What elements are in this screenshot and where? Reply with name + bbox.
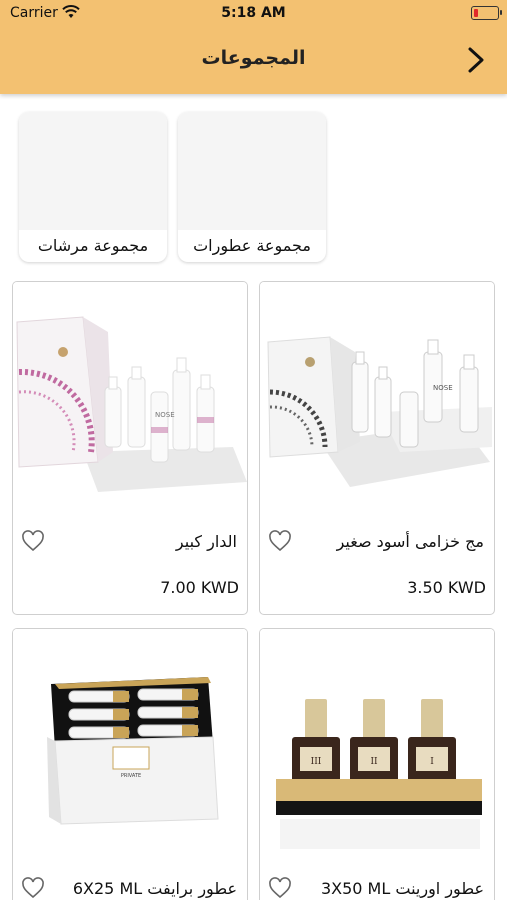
bottle-label-text: NOSE [433, 384, 453, 392]
category-thumbnail [19, 112, 167, 230]
product-card[interactable]: PRIVATE عطور برايفت 6X25 ML [12, 628, 248, 900]
bottle-label: II [370, 757, 378, 767]
category-label: مجموعة عطورات [193, 236, 311, 255]
product-name: مج خزامى أسود صغير [336, 532, 484, 551]
product-name: الدار كبير [175, 532, 237, 551]
battery-icon [471, 6, 502, 20]
box-label: PRIVATE [121, 773, 141, 779]
heart-icon [22, 530, 44, 552]
category-thumbnail [178, 112, 326, 230]
bottle-label-text: NOSE [155, 411, 175, 419]
heart-icon [269, 530, 291, 552]
bottle-label: III [311, 757, 322, 767]
favorite-button[interactable] [268, 530, 292, 552]
chevron-right-icon [468, 47, 484, 73]
heart-icon [22, 877, 44, 899]
product-card[interactable]: III II I عطور اورينت 3X50 ML [259, 628, 495, 900]
navigation-header: Carrier 5:18 AM المجموعات [0, 0, 507, 94]
product-card[interactable]: NOSE مج خزامى أسود صغير 3.50 KWD [259, 281, 495, 615]
favorite-button[interactable] [21, 877, 45, 899]
product-card[interactable]: NOSE الدار كبير 7.00 KWD [12, 281, 248, 615]
product-image: NOSE [260, 282, 494, 512]
status-time: 5:18 AM [221, 5, 286, 21]
bottle-label: I [430, 757, 434, 767]
category-card-perfumes[interactable]: مجموعة عطورات [178, 112, 326, 262]
product-price: 7.00 KWD [160, 578, 239, 597]
status-bar: Carrier 5:18 AM [0, 0, 507, 28]
product-price: 3.50 KWD [407, 578, 486, 597]
category-card-sprays[interactable]: مجموعة مرشات [19, 112, 167, 262]
heart-icon [269, 877, 291, 899]
favorite-button[interactable] [21, 530, 45, 552]
product-name: عطور برايفت 6X25 ML [72, 879, 237, 898]
back-button[interactable] [463, 46, 489, 74]
category-label: مجموعة مرشات [37, 236, 149, 255]
product-name: عطور اورينت 3X50 ML [320, 879, 484, 898]
product-image: PRIVATE [13, 629, 247, 859]
favorite-button[interactable] [268, 877, 292, 899]
product-image: III II I [260, 629, 494, 859]
page-title: المجموعات [201, 47, 306, 69]
product-image: NOSE [13, 282, 247, 512]
